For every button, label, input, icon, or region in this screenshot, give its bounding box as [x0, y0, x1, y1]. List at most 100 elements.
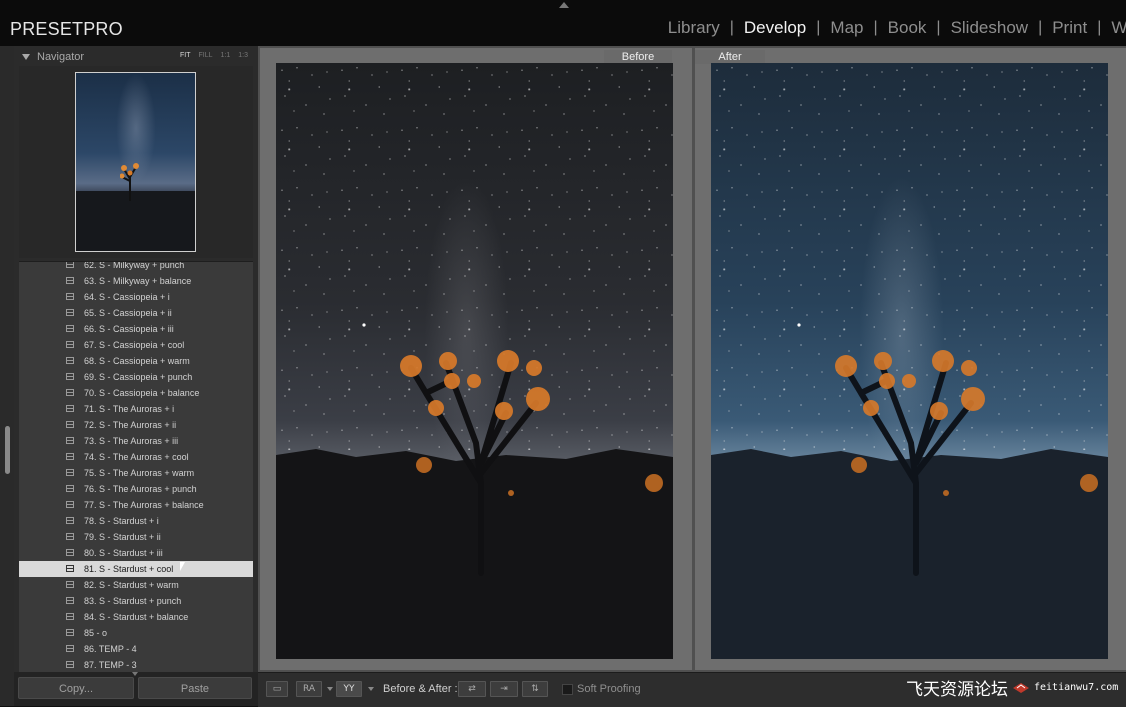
preset-item[interactable]: 66. S - Cassiopeia + iii	[19, 321, 253, 337]
copy-before-to-after-button[interactable]: ⇄	[458, 681, 486, 697]
preset-icon	[66, 262, 74, 268]
preset-item[interactable]: 81. S - Stardust + cool	[19, 561, 253, 577]
preset-icon	[66, 373, 74, 380]
preset-icon	[66, 421, 74, 428]
after-pane: After	[695, 48, 1126, 670]
preset-item[interactable]: 82. S - Stardust + warm	[19, 577, 253, 593]
preset-item[interactable]: 68. S - Cassiopeia + warm	[19, 353, 253, 369]
before-after-view-button[interactable]: YY	[336, 681, 362, 697]
preset-label: 86. TEMP - 4	[84, 644, 137, 654]
before-after-icon: YY	[343, 684, 355, 694]
before-photo[interactable]	[276, 63, 673, 659]
preset-item[interactable]: 80. S - Stardust + iii	[19, 545, 253, 561]
preset-item[interactable]: 79. S - Stardust + ii	[19, 529, 253, 545]
reference-view-button[interactable]: RA	[296, 681, 322, 697]
preset-icon	[66, 469, 74, 476]
preset-label: 75. S - The Auroras + warm	[84, 468, 195, 478]
module-tab-develop[interactable]: Develop	[734, 18, 816, 38]
preset-icon	[66, 517, 74, 524]
preset-label: 82. S - Stardust + warm	[84, 580, 179, 590]
module-tab-book[interactable]: Book	[878, 18, 937, 38]
preset-item[interactable]: 70. S - Cassiopeia + balance	[19, 385, 253, 401]
module-tab-library[interactable]: Library	[658, 18, 730, 38]
preset-label: 65. S - Cassiopeia + ii	[84, 308, 172, 318]
compare-view: Before After	[258, 46, 1126, 672]
preset-item[interactable]: 63. S - Milkyway + balance	[19, 273, 253, 289]
filmstrip-scroll-handle[interactable]	[5, 426, 10, 474]
preset-item[interactable]: 64. S - Cassiopeia + i	[19, 289, 253, 305]
preset-item[interactable]: 74. S - The Auroras + cool	[19, 449, 253, 465]
reference-menu-arrow-icon[interactable]	[327, 687, 333, 691]
soft-proofing-checkbox[interactable]	[562, 684, 573, 695]
preset-item[interactable]: 62. S - Milkyway + punch	[19, 262, 253, 273]
swap-icon: ⇅	[531, 684, 539, 694]
copy-after-to-before-button[interactable]: ⇥	[490, 681, 518, 697]
preset-icon	[66, 277, 74, 284]
presets-panel: 62. S - Milkyway + punch 63. S - Milkyway…	[19, 261, 253, 672]
preset-item[interactable]: 83. S - Stardust + punch	[19, 593, 253, 609]
left-panel: Navigator FIT FILL 1:1 1:3 62. S - Milkyway…	[14, 46, 258, 706]
preset-label: 64. S - Cassiopeia + i	[84, 292, 170, 302]
zoom-option-fill[interactable]: FILL	[199, 52, 213, 59]
preset-label: 79. S - Stardust + ii	[84, 532, 161, 542]
preset-item[interactable]: 76. S - The Auroras + punch	[19, 481, 253, 497]
loupe-view-button[interactable]: ▭	[266, 681, 288, 697]
preset-label: 69. S - Cassiopeia + punch	[84, 372, 193, 382]
after-joshua-tree	[711, 323, 1108, 659]
preset-item[interactable]: 85 - o	[19, 625, 253, 641]
arrow-left-right-icon: ⇄	[468, 684, 476, 694]
zoom-option-fit[interactable]: FIT	[180, 52, 191, 59]
before-label: Before	[604, 50, 672, 64]
zoom-option-1-1[interactable]: 1:1	[221, 52, 231, 59]
preset-item[interactable]: 77. S - The Auroras + balance	[19, 497, 253, 513]
preset-item[interactable]: 72. S - The Auroras + ii	[19, 417, 253, 433]
copy-button[interactable]: Copy...	[18, 677, 134, 699]
preset-icon	[66, 485, 74, 492]
thumbnail-tree-icon	[120, 163, 139, 201]
navigator-header[interactable]: Navigator FIT FILL 1:1 1:3	[18, 50, 254, 66]
preset-item[interactable]: 65. S - Cassiopeia + ii	[19, 305, 253, 321]
before-after-menu-arrow-icon[interactable]	[368, 687, 374, 691]
preset-item[interactable]: 84. S - Stardust + balance	[19, 609, 253, 625]
watermark-en: feitianwu7.com	[1034, 682, 1119, 693]
preset-label: 72. S - The Auroras + ii	[84, 420, 177, 430]
preset-icon	[66, 453, 74, 460]
module-tab-print[interactable]: Print	[1042, 18, 1097, 38]
before-pane: Before	[260, 48, 692, 670]
preset-label: 83. S - Stardust + punch	[84, 596, 182, 606]
preset-item[interactable]: 78. S - Stardust + i	[19, 513, 253, 529]
preset-item[interactable]: 75. S - The Auroras + warm	[19, 465, 253, 481]
reference-icon: RA	[302, 684, 316, 694]
preset-label: 66. S - Cassiopeia + iii	[84, 324, 174, 334]
navigator-zoom-options: FIT FILL 1:1 1:3	[180, 52, 248, 59]
preset-item[interactable]: 71. S - The Auroras + i	[19, 401, 253, 417]
preset-item[interactable]: 87. TEMP - 3	[19, 657, 253, 672]
navigator-thumbnail[interactable]	[75, 72, 196, 252]
zoom-option-1-3[interactable]: 1:3	[238, 52, 248, 59]
preset-item[interactable]: 69. S - Cassiopeia + punch	[19, 369, 253, 385]
module-picker: Library | Develop | Map | Book | Slideshow | Print…	[658, 18, 1126, 38]
preset-label: 85 - o	[84, 628, 108, 638]
preset-label: 63. S - Milkyway + balance	[84, 276, 192, 286]
swap-before-after-button[interactable]: ⇅	[522, 681, 548, 697]
soft-proofing-label: Soft Proofing	[577, 683, 641, 695]
preset-icon	[66, 645, 74, 652]
collapse-top-panel-icon[interactable]	[559, 2, 569, 8]
preset-label: 67. S - Cassiopeia + cool	[84, 340, 185, 350]
module-tab-web[interactable]: Web	[1101, 18, 1126, 38]
mouse-cursor-icon	[180, 562, 185, 571]
preset-icon	[66, 581, 74, 588]
module-tab-slideshow[interactable]: Slideshow	[941, 18, 1039, 38]
collapse-triangle-icon[interactable]	[22, 54, 30, 60]
preset-item[interactable]: 86. TEMP - 4	[19, 641, 253, 657]
after-photo[interactable]	[711, 63, 1108, 659]
collapse-arrow-icon[interactable]	[132, 672, 138, 676]
paste-button[interactable]: Paste	[138, 677, 252, 699]
preset-item[interactable]: 67. S - Cassiopeia + cool	[19, 337, 253, 353]
navigator-preview[interactable]	[19, 66, 253, 258]
watermark-logo-icon	[1013, 682, 1029, 693]
preset-label: 68. S - Cassiopeia + warm	[84, 356, 190, 366]
preset-label: 74. S - The Auroras + cool	[84, 452, 189, 462]
preset-item[interactable]: 73. S - The Auroras + iii	[19, 433, 253, 449]
module-tab-map[interactable]: Map	[820, 18, 873, 38]
